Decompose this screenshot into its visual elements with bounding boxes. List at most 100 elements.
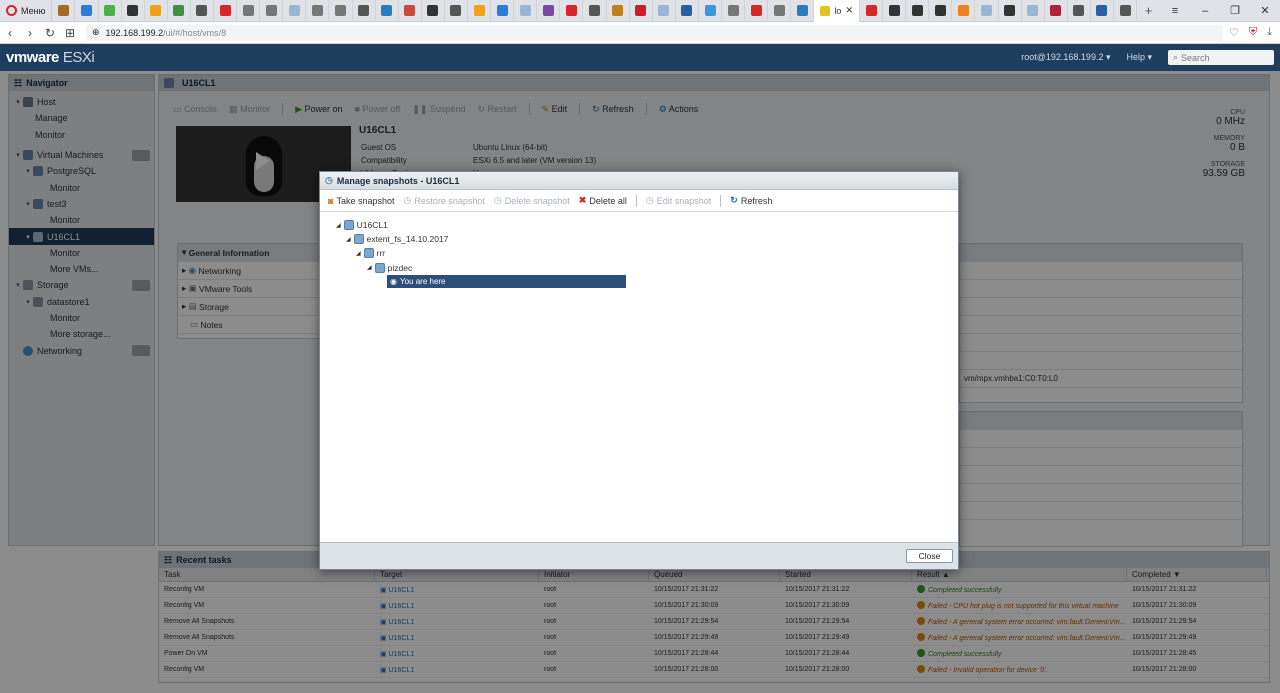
tab[interactable]: [1068, 0, 1091, 22]
restore-snapshot-button[interactable]: ◷ Restore snapshot: [403, 195, 484, 206]
tab[interactable]: [791, 0, 815, 22]
collapse-icon[interactable]: ◢: [336, 222, 341, 229]
tree-node-current[interactable]: ◉ You are here: [387, 275, 626, 288]
tab[interactable]: [975, 0, 999, 22]
tab[interactable]: [260, 0, 284, 22]
tab[interactable]: [999, 0, 1022, 22]
tab[interactable]: [630, 0, 653, 22]
tab[interactable]: [583, 0, 607, 22]
tab[interactable]: [929, 0, 953, 22]
download-icon[interactable]: ⤓: [1267, 26, 1272, 39]
tab[interactable]: [237, 0, 261, 22]
tab[interactable]: [1045, 0, 1068, 22]
tab[interactable]: [52, 0, 76, 22]
collapse-icon[interactable]: ◢: [356, 250, 361, 257]
help-menu[interactable]: Help ▾: [1126, 52, 1152, 63]
tab[interactable]: [676, 0, 699, 22]
favicon-icon: [704, 5, 716, 16]
tab[interactable]: [514, 0, 538, 22]
vmware-logo: vmware ESXi: [6, 49, 95, 66]
tab[interactable]: [445, 0, 469, 22]
tab[interactable]: [1022, 0, 1045, 22]
tab[interactable]: [75, 0, 99, 22]
close-icon[interactable]: ✕: [845, 5, 853, 16]
search-input[interactable]: ⌕ Search: [1168, 50, 1274, 65]
edit-snapshot-button[interactable]: ◷ Edit snapshot: [646, 195, 711, 206]
refresh-button[interactable]: ↻ Refresh: [730, 195, 772, 206]
favicon-icon: [911, 5, 923, 16]
browser-menu-button[interactable]: Меню: [0, 0, 53, 22]
tab[interactable]: [699, 0, 723, 22]
favicon-icon: [127, 5, 139, 16]
tab[interactable]: [306, 0, 330, 22]
tab[interactable]: [353, 0, 376, 22]
restore-icon: ◷: [403, 195, 412, 205]
tree-node[interactable]: ◢ U16CL1: [334, 218, 448, 232]
delete-all-button[interactable]: ✖ Delete all: [579, 195, 627, 206]
tab[interactable]: [468, 0, 492, 22]
tab[interactable]: [329, 0, 353, 22]
reload-icon[interactable]: ↻: [40, 26, 60, 40]
tree-label: rrr: [376, 248, 386, 259]
tab[interactable]: [860, 0, 884, 22]
heart-icon[interactable]: ♡: [1229, 26, 1239, 39]
favicon-icon: [565, 5, 577, 16]
tab[interactable]: [491, 0, 515, 22]
logo-product: ESXi: [62, 49, 95, 66]
window-close-icon[interactable]: ✕: [1250, 0, 1280, 22]
tab[interactable]: [122, 0, 145, 22]
tree-node[interactable]: ◢ rrr: [334, 246, 448, 260]
tab[interactable]: [722, 0, 746, 22]
tab[interactable]: [906, 0, 930, 22]
tab[interactable]: [560, 0, 584, 22]
maximize-icon[interactable]: ❐: [1220, 0, 1250, 22]
favicon-icon: [427, 5, 439, 16]
tab-grid-icon[interactable]: ⊞: [60, 26, 80, 40]
tab[interactable]: [1091, 0, 1115, 22]
favicon-icon: [196, 5, 208, 16]
favicon-icon: [1073, 5, 1085, 16]
new-tab-button[interactable]: +: [1137, 0, 1160, 22]
favicon-icon: [612, 5, 624, 16]
forward-icon[interactable]: ›: [20, 26, 40, 40]
tab[interactable]: [422, 0, 445, 22]
tab[interactable]: [883, 0, 907, 22]
tree-node[interactable]: ◢ extent_fs_14.10.2017: [334, 232, 448, 246]
tab[interactable]: [99, 0, 122, 22]
tab[interactable]: [145, 0, 168, 22]
vm-icon: [343, 220, 354, 231]
close-button[interactable]: Close: [906, 549, 953, 563]
tree-node[interactable]: ◢ pizdec: [334, 261, 448, 275]
collapse-icon[interactable]: ◢: [346, 236, 351, 243]
tab[interactable]: [768, 0, 792, 22]
minimize-icon[interactable]: –: [1190, 0, 1220, 22]
favicon-icon: [496, 5, 508, 16]
delete-snapshot-button[interactable]: ◷ Delete snapshot: [494, 195, 570, 206]
toolbar-divider: [635, 194, 637, 207]
favicon-icon: [589, 5, 601, 16]
back-icon[interactable]: ‹: [0, 26, 20, 40]
tab[interactable]: [168, 0, 191, 22]
tab[interactable]: [653, 0, 676, 22]
btn-label: Delete all: [589, 195, 627, 206]
url-field[interactable]: ⊕ 192.168.199.2/ui/#/host/vms/8: [86, 24, 1223, 41]
tab[interactable]: [191, 0, 214, 22]
opera-logo-icon: [6, 5, 17, 16]
user-menu[interactable]: root@192.168.199.2 ▾: [1021, 52, 1110, 63]
tab[interactable]: [952, 0, 976, 22]
btn-label: Restore snapshot: [414, 195, 485, 206]
take-snapshot-button[interactable]: ◙ Take snapshot: [328, 196, 394, 206]
tab[interactable]: [537, 0, 561, 22]
tab-active[interactable]: lo ✕: [814, 0, 860, 22]
collapse-icon[interactable]: ◢: [367, 264, 372, 271]
tab[interactable]: [283, 0, 307, 22]
tab[interactable]: [1114, 0, 1138, 22]
tab[interactable]: [745, 0, 769, 22]
tab[interactable]: [376, 0, 399, 22]
tab-menu-icon[interactable]: ≡: [1160, 0, 1190, 22]
adblock-icon[interactable]: ⛨: [1249, 26, 1257, 39]
tab[interactable]: [214, 0, 238, 22]
url-path: /ui/#/host/vms/8: [163, 27, 227, 38]
tab[interactable]: [607, 0, 630, 22]
tab[interactable]: [399, 0, 422, 22]
